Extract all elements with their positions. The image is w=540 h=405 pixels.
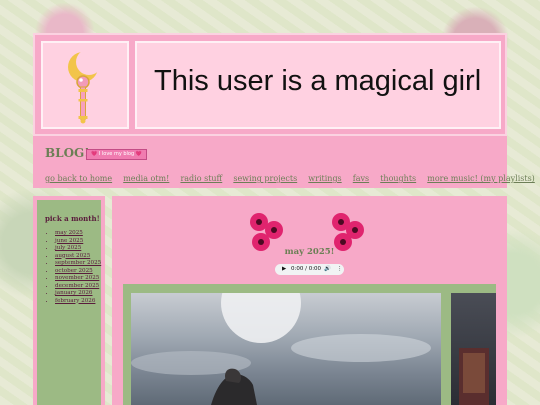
more-vert-icon[interactable]: ⋮: [337, 266, 343, 272]
month-link-august-2025[interactable]: august 2025: [55, 253, 90, 259]
nav-link-media[interactable]: media otm!: [123, 174, 169, 183]
month-link-june-2025[interactable]: june 2025: [55, 238, 83, 244]
list-item: january 2026: [55, 290, 105, 298]
sidebar: pick a month! may 2025 june 2025 july 20…: [33, 196, 105, 405]
blog-title: BLOG!: [45, 146, 90, 160]
list-item: june 2025: [55, 238, 105, 246]
list-item: august 2025: [55, 253, 105, 261]
photo-side: [451, 293, 496, 405]
photo-side-image: [459, 348, 489, 405]
month-link-november-2025[interactable]: november 2025: [55, 275, 99, 281]
audio-player[interactable]: ▶ 0:00 / 0:00 🔊 ⋮: [275, 264, 344, 275]
nav-link-radio[interactable]: radio stuff: [180, 174, 222, 183]
sidebar-inner: pick a month! may 2025 june 2025 july 20…: [37, 200, 101, 405]
photo-sky-image: [131, 293, 431, 405]
month-link-july-2025[interactable]: july 2025: [55, 245, 81, 251]
month-link-december-2025[interactable]: december 2025: [55, 283, 99, 289]
month-link-september-2025[interactable]: september 2025: [55, 260, 101, 266]
month-link-february-2026[interactable]: february 2026: [55, 298, 95, 304]
header-panel: This user is a magical girl: [33, 33, 507, 136]
photo-main: [131, 293, 441, 405]
month-link-october-2025[interactable]: october 2025: [55, 268, 93, 274]
photo-frame: [123, 284, 496, 405]
nav-links: go back to home media otm! radio stuff s…: [45, 166, 540, 185]
nav-link-sewing[interactable]: sewing projects: [233, 174, 297, 183]
list-item: december 2025: [55, 283, 105, 291]
nav-link-writings[interactable]: writings: [308, 174, 341, 183]
list-item: september 2025: [55, 260, 105, 268]
month-link-may-2025[interactable]: may 2025: [55, 230, 83, 236]
wand-image-box: [41, 41, 129, 129]
play-icon[interactable]: ▶: [282, 266, 286, 272]
list-item: july 2025: [55, 245, 105, 253]
audio-time: 0:00 / 0:00: [291, 266, 322, 272]
nav-link-thoughts[interactable]: thoughts: [380, 174, 416, 183]
month-list: may 2025 june 2025 july 2025 august 2025…: [45, 230, 105, 305]
sidebar-heading: pick a month!: [45, 214, 100, 223]
list-item: november 2025: [55, 275, 105, 283]
month-link-january-2026[interactable]: january 2026: [55, 290, 92, 296]
title-box: This user is a magical girl: [135, 41, 501, 129]
main-content: may 2025! ▶ 0:00 / 0:00 🔊 ⋮: [112, 196, 507, 405]
nav-link-home[interactable]: go back to home: [45, 174, 112, 183]
nav-panel: BLOG! 💗 I love my blog 💗 go back to home…: [33, 136, 535, 188]
blog-badge: 💗 I love my blog 💗: [86, 149, 147, 160]
nav-link-playlists[interactable]: more music! (my playlists): [427, 174, 535, 183]
nav-link-favs[interactable]: favs: [353, 174, 369, 183]
volume-icon[interactable]: 🔊: [324, 266, 331, 272]
list-item: may 2025: [55, 230, 105, 238]
site-title: This user is a magical girl: [154, 65, 482, 97]
list-item: february 2026: [55, 298, 105, 306]
list-item: october 2025: [55, 268, 105, 276]
moon-wand-icon: [68, 49, 102, 124]
month-title: may 2025!: [284, 247, 335, 257]
